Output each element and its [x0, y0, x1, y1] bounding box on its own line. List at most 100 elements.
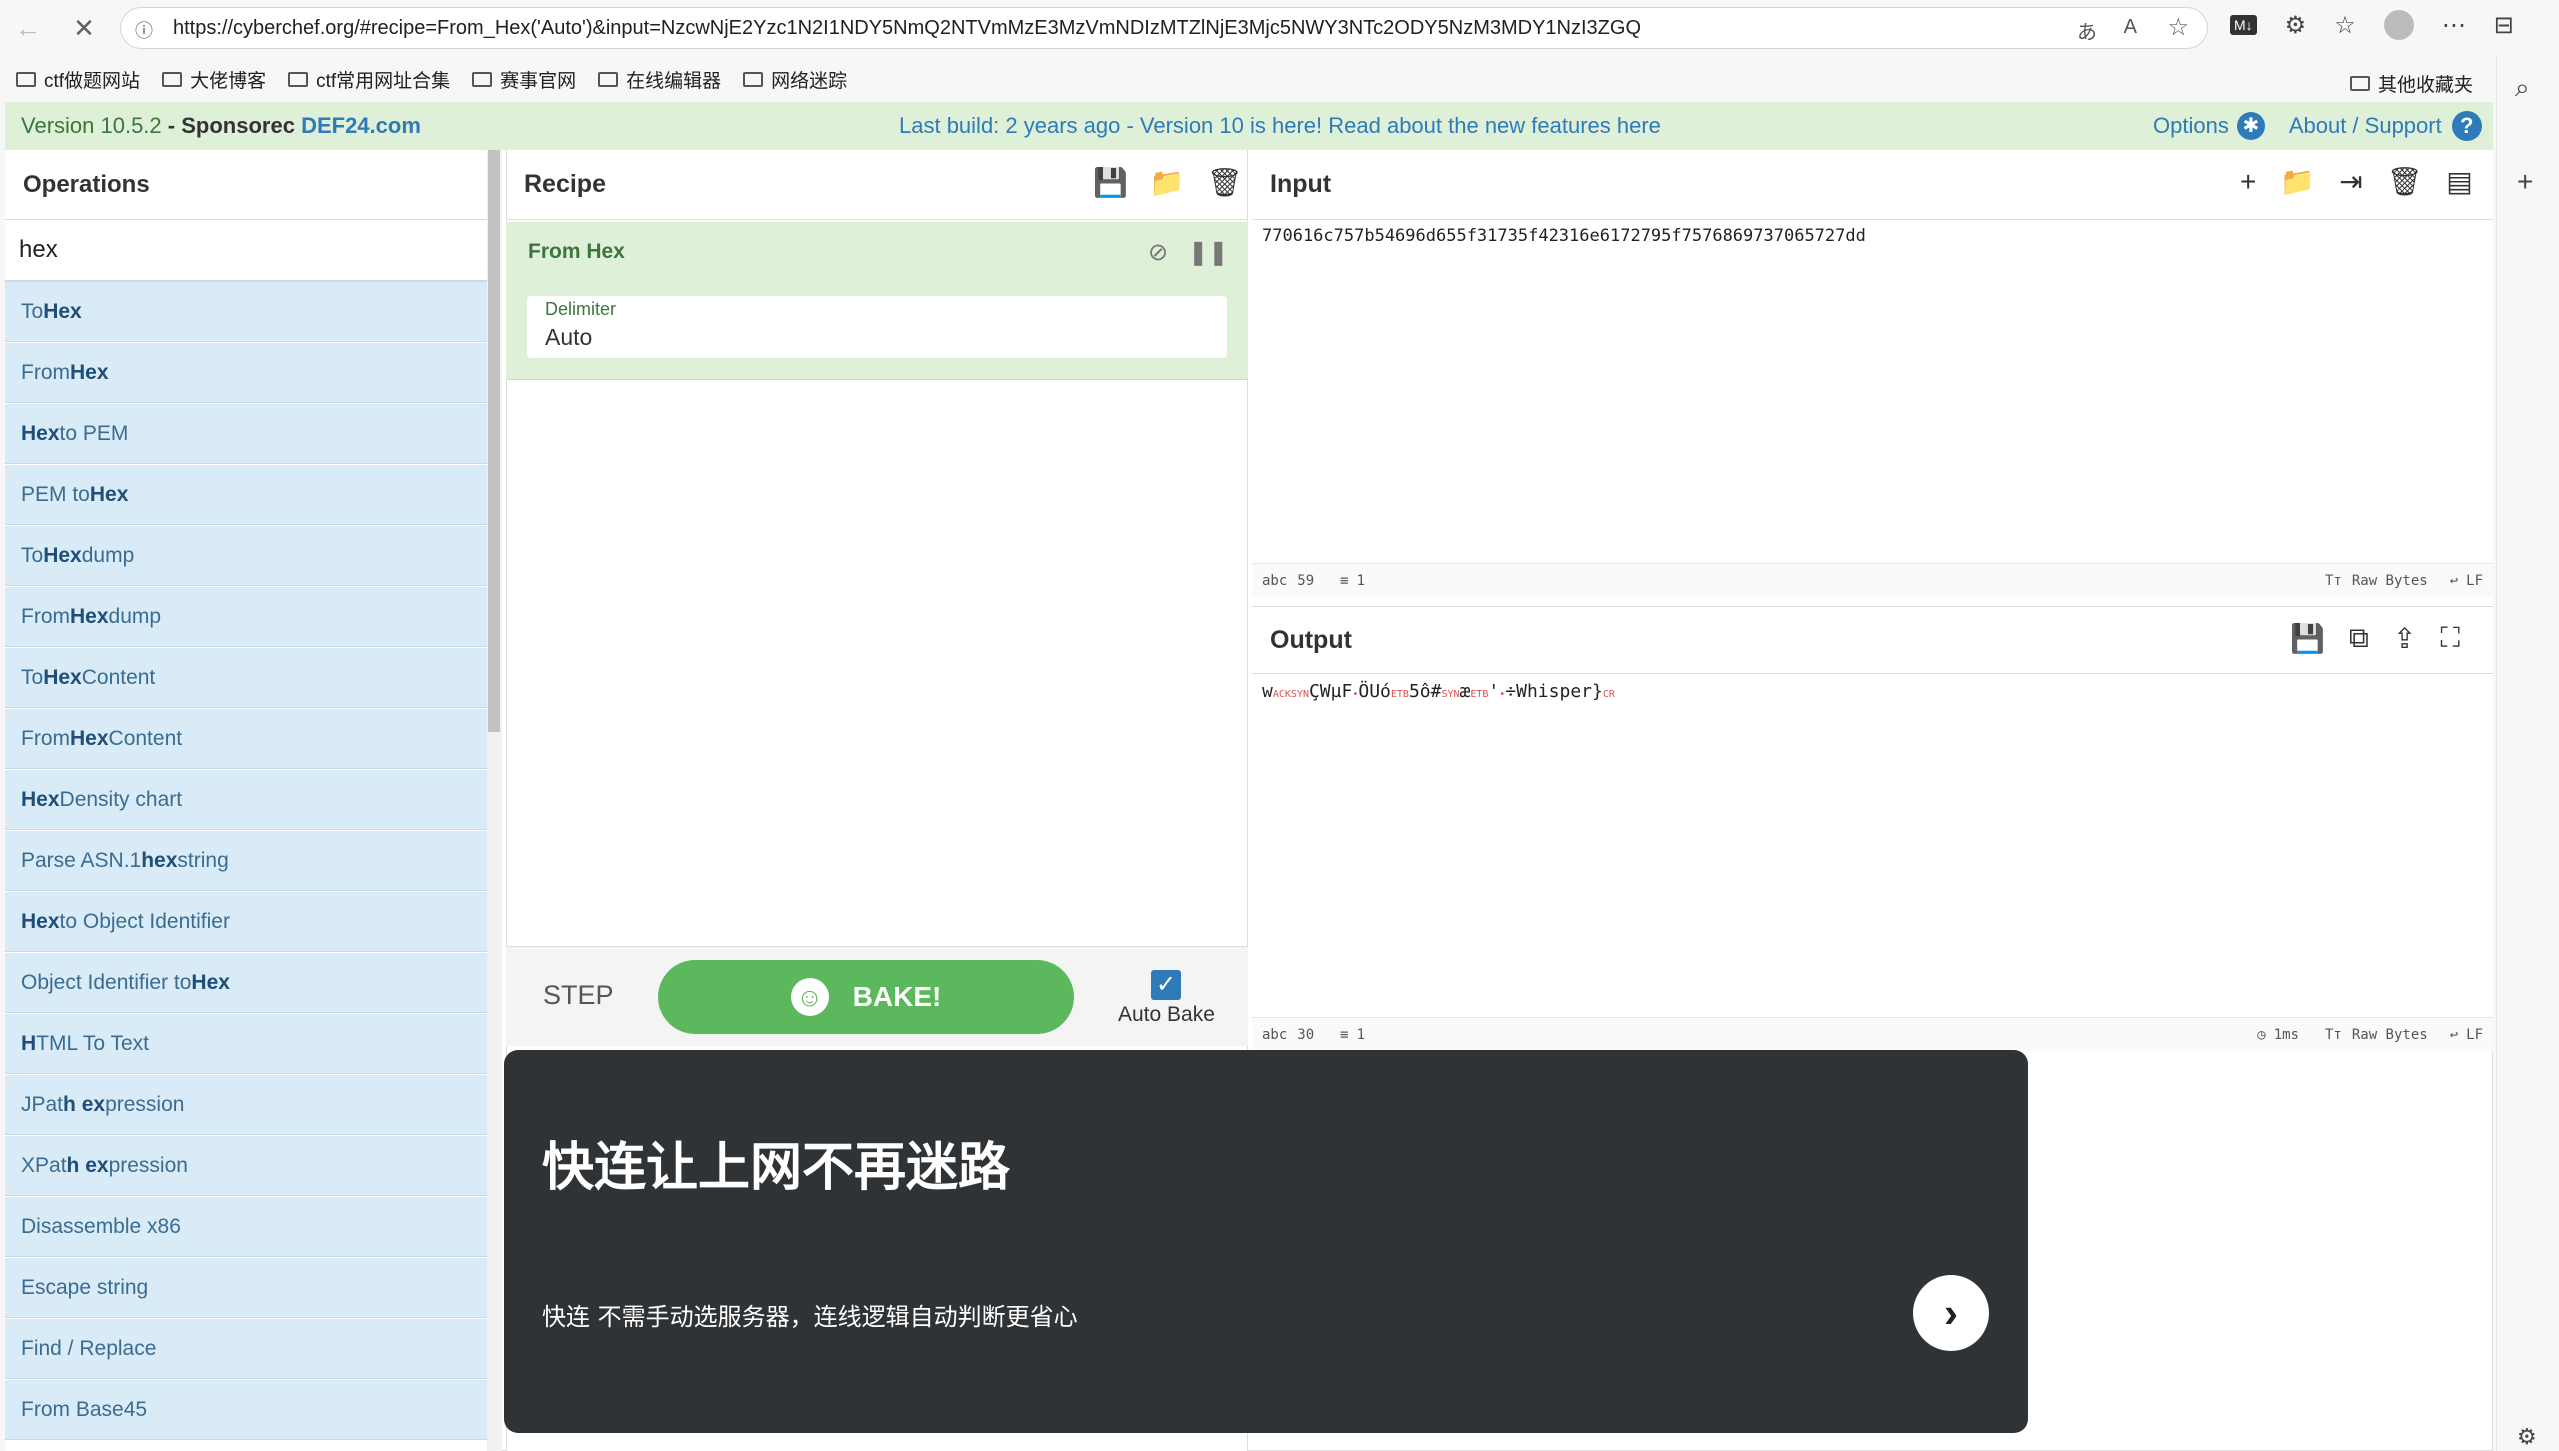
length-icon: abc	[1262, 572, 1288, 589]
operation-item[interactable]: Hex Density chart	[5, 770, 487, 830]
operation-item[interactable]: From Hex	[5, 343, 487, 403]
operation-item[interactable]: Parse ASN.1 hex string	[5, 831, 487, 891]
top-banner: Version 10.5.2 - Sponsorec DEF24.com Las…	[5, 102, 2493, 150]
other-bookmarks[interactable]: 其他收藏夹	[2350, 70, 2473, 97]
ad-popup[interactable]	[504, 1050, 2028, 1433]
url-text: https://cyberchef.org/#recipe=From_Hex('…	[173, 16, 1642, 39]
trash-icon[interactable]: 🗑	[1207, 166, 1243, 199]
maximize-icon[interactable]: ⛶	[2440, 622, 2460, 655]
input-raw-bytes[interactable]: Raw Bytes	[2352, 573, 2428, 589]
operations-search-input[interactable]: hex	[5, 220, 490, 282]
operation-item[interactable]: JPat h ex pression	[5, 1075, 487, 1135]
operation-item[interactable]: From Base45	[5, 1380, 487, 1440]
gear-icon[interactable]: ✱	[2236, 112, 2265, 140]
add-input-icon[interactable]: +	[2240, 166, 2256, 198]
input-length: 59	[1297, 572, 1315, 589]
ad-title: 快连让上网不再迷路	[542, 1138, 1011, 1198]
lines-icon: ≡	[1340, 572, 1349, 589]
layout-icon[interactable]: ▤	[2446, 165, 2472, 198]
operations-title: Operations	[5, 150, 490, 220]
help-icon[interactable]: ?	[2451, 111, 2482, 141]
bookmark-folder[interactable]: 赛事官网	[472, 66, 576, 93]
operations-scroll-thumb[interactable]	[488, 150, 500, 732]
favorites-icon[interactable]: ☆	[2334, 11, 2356, 40]
folder-open-icon[interactable]: 📁	[1150, 166, 1185, 199]
open-file-icon[interactable]: ⇥	[2339, 165, 2362, 198]
input-textarea[interactable]: 770616c757b54696d655f31735f42316e6172795…	[1262, 226, 1866, 246]
operation-item[interactable]: From Hex Content	[5, 709, 487, 769]
recipe-op-controls: ⊘ ❚❚	[1148, 238, 1228, 267]
back-icon[interactable]: ←	[6, 6, 50, 50]
operation-item[interactable]: Object Identifier to Hex	[5, 953, 487, 1013]
operation-item[interactable]: H TML To Text	[5, 1014, 487, 1074]
save-icon[interactable]: 💾	[1093, 166, 1128, 199]
operation-item[interactable]: Disassemble x86	[5, 1197, 487, 1257]
settings-icon[interactable]: ⚙	[2517, 1424, 2537, 1450]
eol-icon: ↩	[2449, 572, 2459, 589]
ad-next-button[interactable]: ›	[1913, 1275, 1989, 1351]
operation-item[interactable]: PEM to Hex	[5, 465, 487, 525]
folder-icon	[162, 71, 183, 87]
replace-input-icon[interactable]: ⇪	[2393, 622, 2416, 655]
output-textarea[interactable]: wACKSYNÇWµF•ÖUóETB5ô#SYNæETB'•÷Whisper}C…	[1262, 681, 1615, 702]
options-link[interactable]: Options	[2153, 113, 2229, 139]
bookmark-folder[interactable]: ctf做题网站	[16, 66, 140, 93]
operation-item[interactable]: To Hex Content	[5, 648, 487, 708]
operation-item[interactable]: From Hex dump	[5, 587, 487, 647]
text-format-icon: Tт	[2324, 572, 2342, 589]
address-bar[interactable]: ⓘ https://cyberchef.org/#recipe=From_Hex…	[120, 7, 2208, 49]
folder-icon	[472, 71, 493, 87]
copy-output-icon[interactable]: ⧉	[2349, 622, 2369, 655]
site-info-icon[interactable]: ⓘ	[135, 17, 153, 43]
operation-item[interactable]: XPat h ex pression	[5, 1136, 487, 1196]
chef-icon: ☺	[790, 978, 829, 1016]
read-aloud-icon[interactable]: A	[2124, 16, 2137, 39]
output-lines: 1	[1356, 1026, 1366, 1043]
output-toolbar: 💾 ⧉ ⇪ ⛶	[2290, 622, 2460, 655]
input-status-bar: abc 59 ≡ 1 Tт Raw Bytes ↩ LF	[1252, 563, 2493, 597]
operation-item[interactable]: To Hex dump	[5, 526, 487, 586]
output-raw-bytes[interactable]: Raw Bytes	[2352, 1027, 2428, 1043]
profile-avatar-icon[interactable]	[2383, 10, 2414, 40]
about-support-link[interactable]: About / Support	[2289, 113, 2442, 139]
open-folder-icon[interactable]: 📁	[2280, 165, 2315, 198]
bookmark-folder[interactable]: 网络迷踪	[743, 66, 847, 93]
build-notice[interactable]: Last build: 2 years ago - Version 10 is …	[899, 113, 1661, 139]
search-icon[interactable]: ⌕	[2515, 72, 2530, 104]
more-menu-icon[interactable]: ⋯	[2442, 11, 2466, 40]
save-output-icon[interactable]: 💾	[2290, 622, 2325, 655]
operation-item[interactable]: Escape string	[5, 1258, 487, 1318]
operations-list: To Hex From Hex Hex to PEM PEM to Hex To Hex…	[5, 282, 487, 1451]
bookmark-folder[interactable]: ctf常用网址合集	[288, 66, 450, 93]
folder-icon	[2350, 76, 2370, 91]
bookmark-folder[interactable]: 大佬博客	[162, 66, 266, 93]
delimiter-value[interactable]: Auto	[545, 324, 1209, 351]
sidebar-toggle-icon[interactable]: ⊟	[2494, 11, 2514, 40]
delimiter-field[interactable]: Delimiter Auto	[527, 296, 1227, 358]
output-title: Output	[1270, 625, 1352, 654]
operation-item[interactable]: To Hex	[5, 282, 487, 342]
bake-label: BAKE!	[852, 981, 942, 1012]
auto-bake-checkbox[interactable]: ✓	[1151, 970, 1181, 1000]
operation-item[interactable]: Hex to Object Identifier	[5, 892, 487, 952]
disable-icon[interactable]: ⊘	[1148, 238, 1168, 267]
bookmark-folder[interactable]: 在线编辑器	[598, 66, 721, 93]
bookmark-bar: ctf做题网站 大佬博客 ctf常用网址合集 赛事官网 在线编辑器 网络迷踪 其…	[0, 60, 2559, 98]
translate-icon[interactable]: あ	[2077, 16, 2097, 45]
sponsor-link[interactable]: DEF24.com	[301, 113, 421, 138]
pause-icon[interactable]: ❚❚	[1188, 238, 1228, 267]
operation-item[interactable]: Hex to PEM	[5, 404, 487, 464]
recipe-title: Recipe	[524, 170, 606, 198]
favorite-star-icon[interactable]: ☆	[2167, 13, 2189, 42]
extensions-icon[interactable]: ⚙	[2285, 11, 2307, 40]
add-icon[interactable]: +	[2517, 166, 2533, 198]
step-button[interactable]: STEP	[543, 980, 614, 1011]
output-eol[interactable]: LF	[2466, 1027, 2483, 1043]
reload-icon[interactable]: ✕	[62, 6, 106, 50]
input-title: Input	[1270, 170, 1332, 198]
extension-md-icon[interactable]: M↓	[2230, 15, 2257, 35]
input-eol[interactable]: LF	[2466, 573, 2483, 589]
bake-button[interactable]: ☺ BAKE!	[658, 960, 1074, 1034]
operation-item[interactable]: Find / Replace	[5, 1319, 487, 1379]
clear-input-icon[interactable]: 🗑	[2387, 165, 2423, 198]
